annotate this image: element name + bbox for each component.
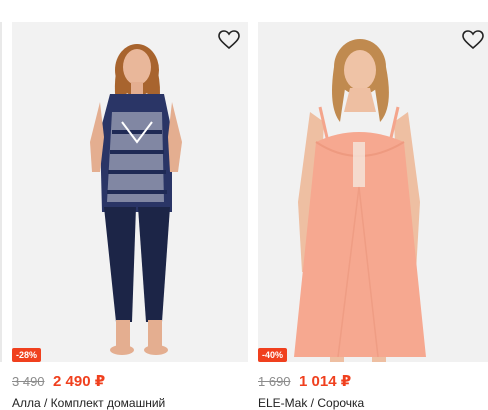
- heart-outline-icon: [462, 30, 484, 50]
- product-card[interactable]: -28% 3 490 2 490 ₽ Алла / Комплект домаш…: [12, 0, 248, 410]
- current-price: 1 014 ₽: [299, 373, 352, 390]
- previous-card-edge: [0, 22, 2, 362]
- favorite-button[interactable]: [218, 30, 240, 50]
- current-price: 2 490 ₽: [53, 373, 106, 390]
- old-price: 1 690: [258, 374, 291, 389]
- old-price: 3 490: [12, 374, 45, 389]
- product-title[interactable]: Алла / Комплект домашний: [12, 396, 242, 410]
- price-block: 1 690 1 014 ₽: [258, 372, 351, 391]
- product-card[interactable]: -40% 1 690 1 014 ₽ ELE-Mak / Сорочка: [258, 0, 488, 410]
- product-image[interactable]: [12, 22, 248, 362]
- heart-outline-icon: [218, 30, 240, 50]
- favorite-button[interactable]: [462, 30, 484, 50]
- product-image[interactable]: [258, 22, 488, 362]
- product-title[interactable]: ELE-Mak / Сорочка: [258, 396, 488, 410]
- discount-badge: -40%: [258, 348, 288, 362]
- price-block: 3 490 2 490 ₽: [12, 372, 105, 391]
- discount-badge: -28%: [12, 348, 42, 362]
